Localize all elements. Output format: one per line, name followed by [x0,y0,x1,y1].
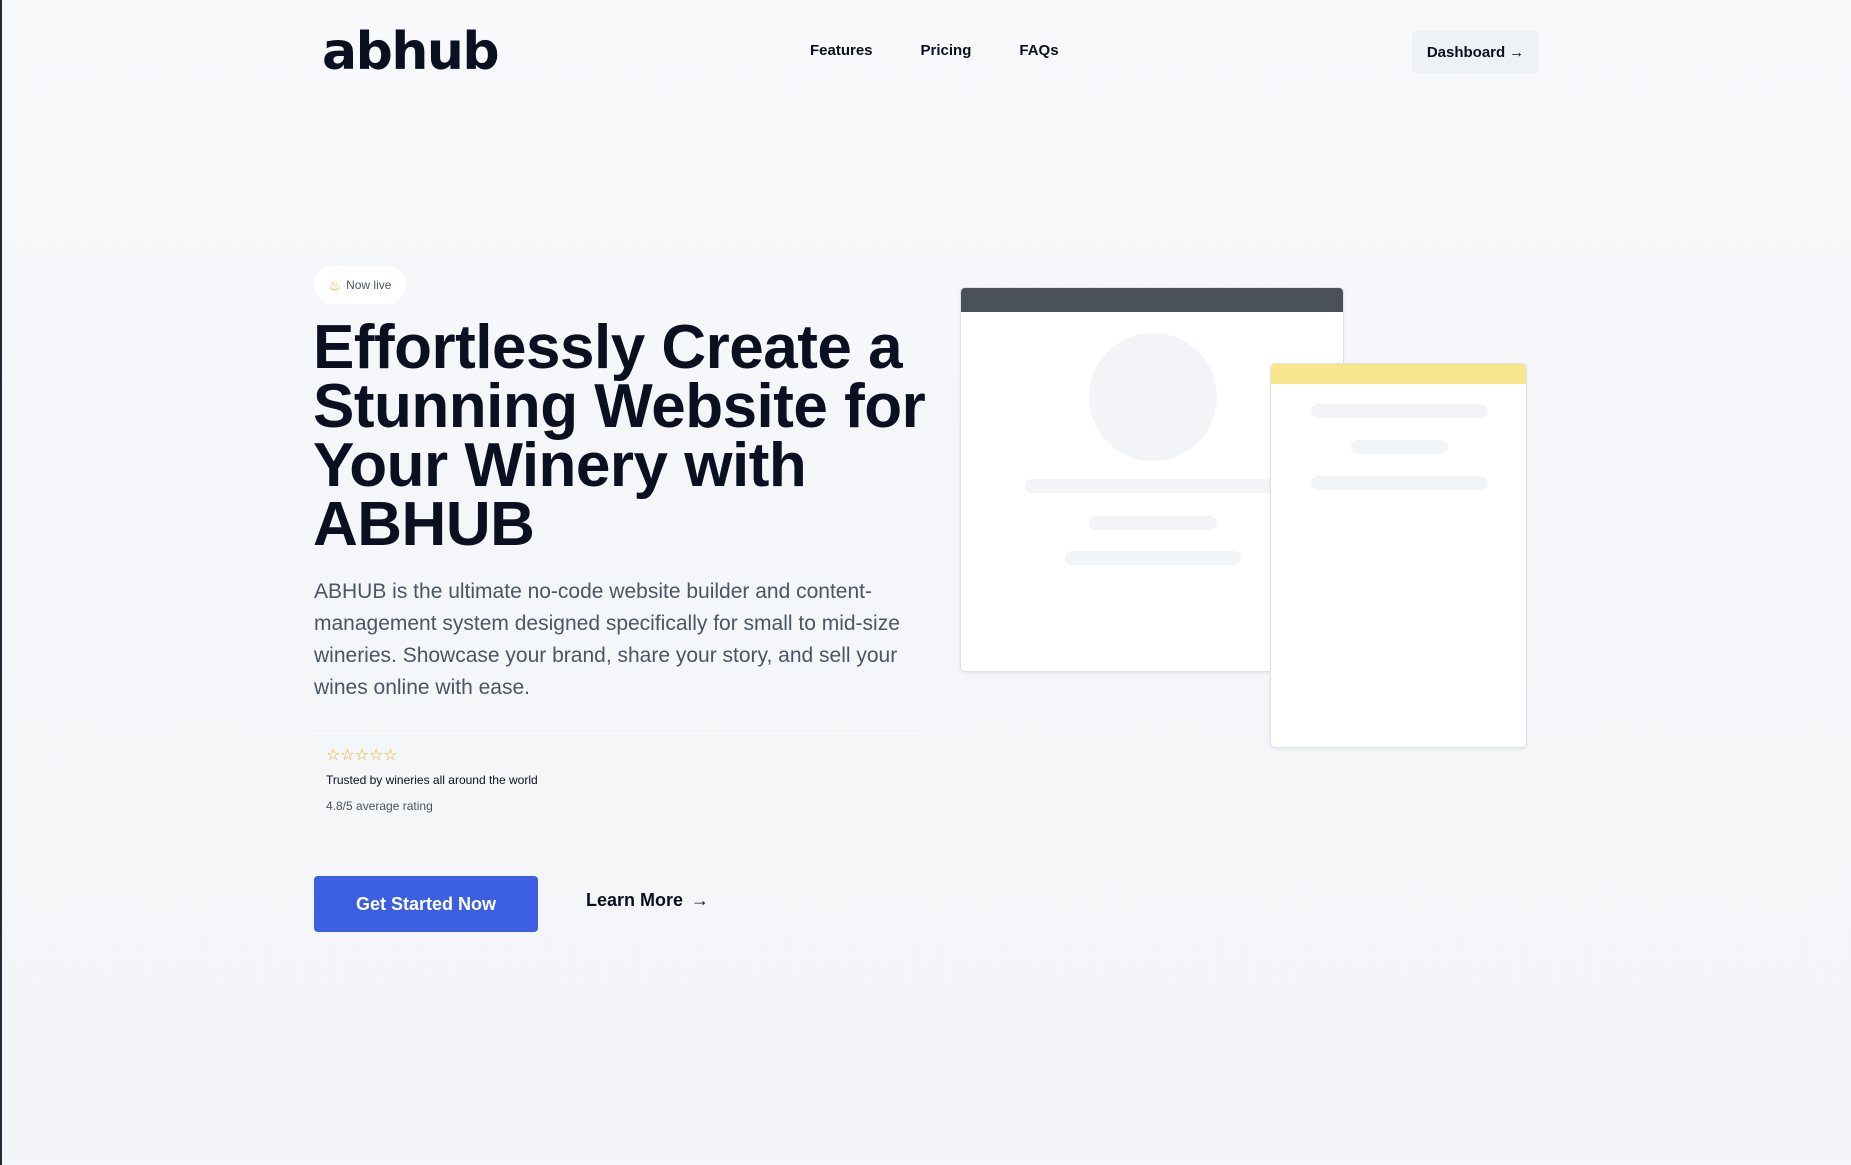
nav-link-faqs[interactable]: FAQs [1019,42,1058,59]
dashboard-button[interactable]: Dashboard → [1412,30,1539,74]
card-header-bar [1271,364,1526,384]
arrow-right-icon: → [691,890,710,910]
star-rating-icon: ☆☆☆☆☆ [326,747,398,764]
text-placeholder [1311,404,1488,418]
dashboard-button-label: Dashboard [1426,43,1506,61]
text-placeholder [1025,479,1281,493]
side-preview-card [1270,363,1527,748]
trust-rating: 4.8/5 average rating [326,799,433,813]
nav-link-features[interactable]: Features [810,42,873,59]
learn-more-link[interactable]: Learn More → [586,890,709,911]
avatar-placeholder [1089,333,1217,461]
text-placeholder [1351,440,1448,454]
fire-icon: ♨ [328,276,342,293]
arrow-right-icon: → [1509,43,1525,61]
site-header: abhub Features Pricing FAQs Dashboard → [2,0,1851,110]
text-placeholder [1065,551,1241,565]
trust-title: Trusted by wineries all around the world [326,773,538,787]
trust-block: ☆☆☆☆☆ Trusted by wineries all around the… [314,730,924,826]
get-started-button[interactable]: Get Started Now [314,876,538,932]
main-nav: Features Pricing FAQs [810,42,1059,59]
badge-label: Now live [346,278,392,292]
text-placeholder [1311,476,1488,490]
logo[interactable]: abhub [322,22,500,82]
text-placeholder [1089,516,1217,530]
nav-link-pricing[interactable]: Pricing [921,42,972,59]
card-header-bar [961,288,1343,312]
hero-description: ABHUB is the ultimate no-code website bu… [314,580,900,699]
learn-more-label: Learn More [586,890,684,910]
now-live-badge: ♨ Now live [314,266,406,304]
hero-title: Effortlessly Create a Stunning Website f… [313,313,926,559]
